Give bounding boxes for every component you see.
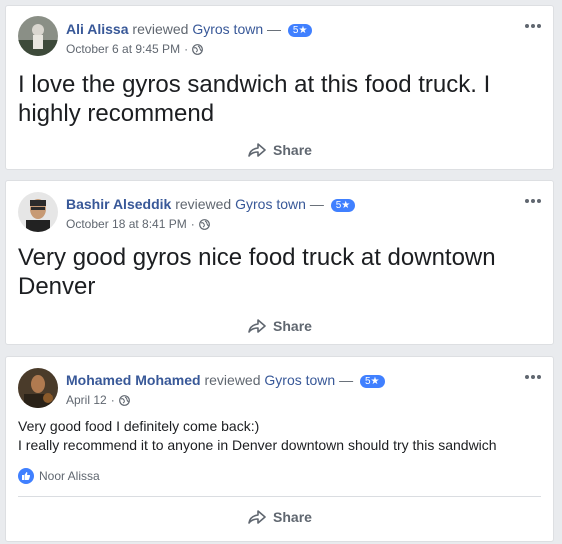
share-label: Share [273,318,312,334]
share-button[interactable]: Share [6,318,553,334]
review-text-line: highly recommend [18,100,215,127]
place-link[interactable]: Gyros town [192,21,263,37]
timestamp[interactable]: April 12 [66,393,107,407]
more-options-icon[interactable] [524,193,542,203]
liked-by-name[interactable]: Noor Alissa [39,469,100,483]
globe-icon [192,43,203,55]
review-text: Very good food I definitely come back:) … [18,417,497,455]
globe-icon [118,394,130,406]
separator-dot: · [190,217,195,231]
review-text-line: Denver [18,273,96,300]
share-arrow-icon [248,143,266,157]
review-card-1: Ali Alissa reviewed Gyros town — 5★ Octo… [5,5,554,170]
share-button[interactable]: Share [6,509,553,525]
rating-badge: 5★ [330,199,356,212]
review-card-2: Bashir Alseddik reviewed Gyros town — 5★… [5,180,554,345]
reactions-row[interactable]: Noor Alissa [18,468,100,484]
author-name[interactable]: Mohamed Mohamed [66,372,201,388]
separator-dash: — [267,21,282,37]
share-button[interactable]: Share [6,142,553,158]
more-options-icon[interactable] [524,369,542,379]
place-link[interactable]: Gyros town [264,372,335,388]
reviewed-label: reviewed [204,372,261,388]
reviewed-label: reviewed [132,21,189,37]
rating-badge: 5★ [287,24,313,37]
separator-dot: · [110,393,115,407]
review-text-line: Very good food I definitely come back:) [18,418,260,434]
avatar[interactable] [18,192,58,232]
timestamp[interactable]: October 18 at 8:41 PM [66,217,187,231]
separator-dash: — [309,196,324,212]
review-text: Very good gyros nice food truck at downt… [18,243,496,301]
review-text-line: I love the gyros sandwich at this food t… [18,71,491,98]
reviewed-label: reviewed [175,196,232,212]
place-link[interactable]: Gyros town [235,196,306,212]
share-arrow-icon [248,510,266,524]
author-name[interactable]: Bashir Alseddik [66,196,171,212]
more-options-icon[interactable] [524,18,542,28]
author-name[interactable]: Ali Alissa [66,21,129,37]
avatar[interactable] [18,16,58,56]
review-text: I love the gyros sandwich at this food t… [18,70,490,128]
timestamp[interactable]: October 6 at 9:45 PM [66,42,180,56]
separator-dot: · [184,42,189,56]
rating-badge: 5★ [359,375,385,388]
divider [18,496,541,497]
avatar[interactable] [18,368,58,408]
like-thumb-icon [18,468,34,484]
separator-dash: — [339,372,354,388]
globe-icon [198,218,210,230]
review-card-3: Mohamed Mohamed reviewed Gyros town — 5★… [5,356,554,542]
share-label: Share [273,509,312,525]
share-arrow-icon [248,319,266,333]
review-text-line: Very good gyros nice food truck at downt… [18,244,496,271]
review-text-line: I really recommend it to anyone in Denve… [18,437,497,453]
share-label: Share [273,142,312,158]
